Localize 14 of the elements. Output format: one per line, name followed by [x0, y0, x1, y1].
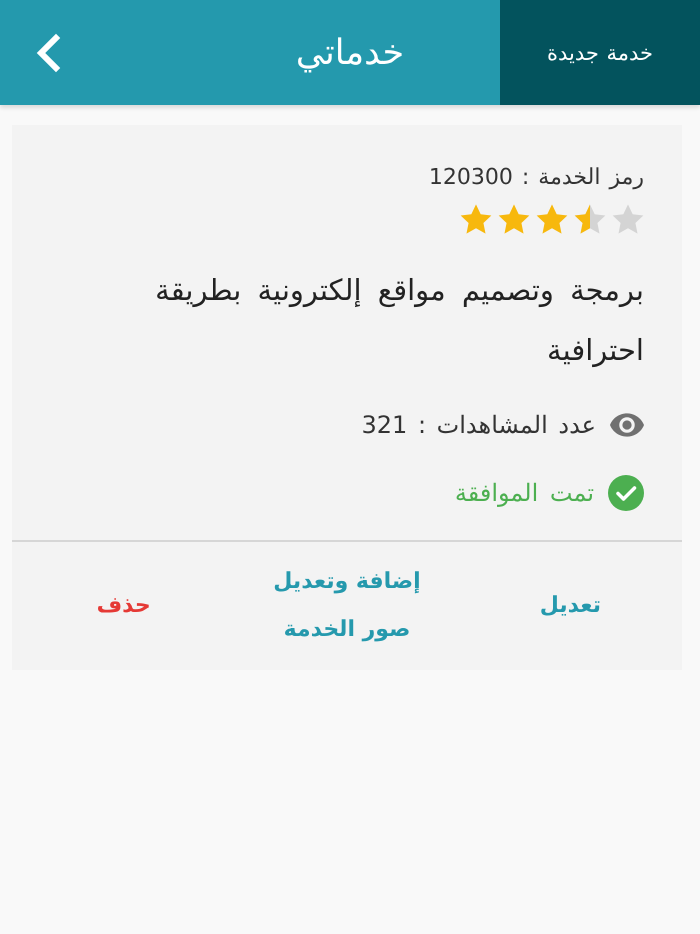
views-count: عدد المشاهدات : 321 [362, 411, 596, 439]
service-code: رمز الخدمة : 120300 [428, 164, 644, 192]
new-service-button[interactable]: خدمة جديدة [500, 0, 700, 105]
status-text: تمت الموافقة [454, 479, 594, 507]
page-title: خدماتي [296, 32, 404, 72]
service-title: برمجة وتصميم مواقع إلكترونية بطريقة احترافية [154, 272, 644, 370]
edit-button[interactable]: تعديل [540, 582, 601, 630]
star-icon [460, 203, 492, 235]
star-icon [574, 203, 606, 235]
star-icon [612, 203, 644, 235]
star-icon [498, 203, 530, 235]
edit-images-button[interactable]: إضافة وتعديل صور الخدمة [262, 558, 432, 654]
star-icon [536, 203, 568, 235]
delete-button[interactable]: حذف [96, 582, 151, 630]
